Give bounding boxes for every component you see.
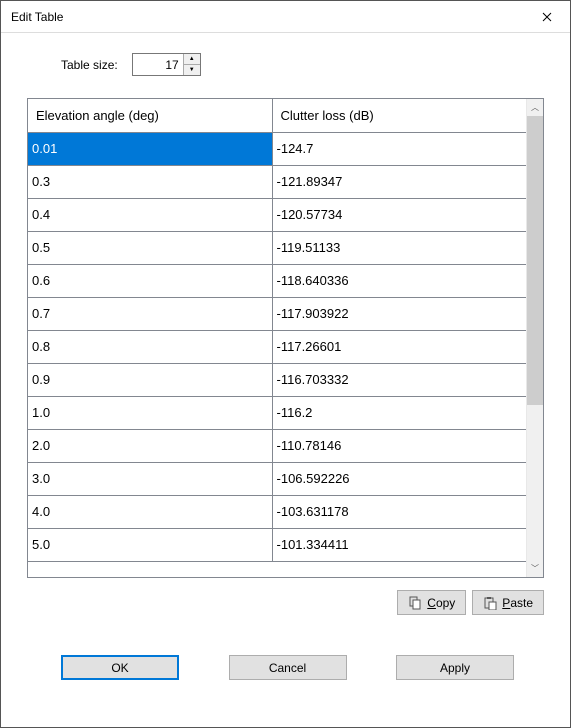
table-row[interactable]: 0.4-120.57734 bbox=[28, 199, 526, 232]
column-header-clutter[interactable]: Clutter loss (dB) bbox=[272, 99, 526, 133]
cell-elevation[interactable]: 0.01 bbox=[28, 133, 272, 166]
cell-elevation[interactable]: 1.0 bbox=[28, 397, 272, 430]
dialog-content: Table size: ▲ ▼ Elevation angle (deg) Cl… bbox=[1, 33, 570, 692]
cell-clutter[interactable]: -106.592226 bbox=[272, 463, 526, 496]
cell-elevation[interactable]: 0.6 bbox=[28, 265, 272, 298]
cell-elevation[interactable]: 4.0 bbox=[28, 496, 272, 529]
cell-clutter[interactable]: -117.903922 bbox=[272, 298, 526, 331]
copy-paste-row: Copy Paste bbox=[27, 590, 544, 615]
table-row[interactable]: 5.0-101.334411 bbox=[28, 529, 526, 562]
cell-clutter[interactable]: -117.26601 bbox=[272, 331, 526, 364]
cell-clutter[interactable]: -110.78146 bbox=[272, 430, 526, 463]
cell-clutter[interactable]: -121.89347 bbox=[272, 166, 526, 199]
cancel-button[interactable]: Cancel bbox=[229, 655, 347, 680]
copy-button[interactable]: Copy bbox=[397, 590, 466, 615]
spinner-up-button[interactable]: ▲ bbox=[183, 54, 200, 65]
table-size-row: Table size: ▲ ▼ bbox=[61, 53, 544, 76]
cell-elevation[interactable]: 0.4 bbox=[28, 199, 272, 232]
scroll-down-button[interactable]: ﹀ bbox=[527, 560, 543, 577]
spinner-down-button[interactable]: ▼ bbox=[183, 65, 200, 75]
data-table[interactable]: Elevation angle (deg) Clutter loss (dB) … bbox=[28, 99, 526, 562]
cell-elevation[interactable]: 0.5 bbox=[28, 232, 272, 265]
dialog-button-row: OK Cancel Apply bbox=[27, 655, 544, 680]
copy-icon bbox=[408, 596, 422, 610]
triangle-up-icon: ▲ bbox=[189, 56, 195, 62]
copy-label: Copy bbox=[427, 596, 455, 610]
close-icon bbox=[542, 12, 552, 22]
table-row[interactable]: 0.5-119.51133 bbox=[28, 232, 526, 265]
titlebar: Edit Table bbox=[1, 1, 570, 33]
spinner-buttons: ▲ ▼ bbox=[183, 54, 200, 75]
paste-button[interactable]: Paste bbox=[472, 590, 544, 615]
cell-clutter[interactable]: -119.51133 bbox=[272, 232, 526, 265]
window-title: Edit Table bbox=[11, 10, 524, 24]
close-button[interactable] bbox=[524, 1, 570, 32]
table-row[interactable]: 0.9-116.703332 bbox=[28, 364, 526, 397]
ok-button[interactable]: OK bbox=[61, 655, 179, 680]
table-row[interactable]: 1.0-116.2 bbox=[28, 397, 526, 430]
paste-label: Paste bbox=[502, 596, 533, 610]
table-row[interactable]: 0.7-117.903922 bbox=[28, 298, 526, 331]
table-size-label: Table size: bbox=[61, 58, 118, 72]
cell-clutter[interactable]: -116.703332 bbox=[272, 364, 526, 397]
table-row[interactable]: 3.0-106.592226 bbox=[28, 463, 526, 496]
cell-elevation[interactable]: 0.3 bbox=[28, 166, 272, 199]
table-size-spinner[interactable]: ▲ ▼ bbox=[132, 53, 201, 76]
scroll-up-button[interactable]: ︿ bbox=[527, 99, 543, 116]
scroll-thumb[interactable] bbox=[527, 116, 543, 405]
vertical-scrollbar[interactable]: ︿ ﹀ bbox=[526, 99, 543, 577]
apply-button[interactable]: Apply bbox=[396, 655, 514, 680]
cell-clutter[interactable]: -103.631178 bbox=[272, 496, 526, 529]
cell-elevation[interactable]: 3.0 bbox=[28, 463, 272, 496]
chevron-down-icon: ﹀ bbox=[531, 563, 539, 574]
table-container: Elevation angle (deg) Clutter loss (dB) … bbox=[27, 98, 544, 578]
cell-elevation[interactable]: 0.8 bbox=[28, 331, 272, 364]
cell-clutter[interactable]: -124.7 bbox=[272, 133, 526, 166]
cell-elevation[interactable]: 0.9 bbox=[28, 364, 272, 397]
table-row[interactable]: 0.01-124.7 bbox=[28, 133, 526, 166]
cell-elevation[interactable]: 5.0 bbox=[28, 529, 272, 562]
cell-clutter[interactable]: -116.2 bbox=[272, 397, 526, 430]
table-row[interactable]: 0.6-118.640336 bbox=[28, 265, 526, 298]
scroll-track[interactable] bbox=[527, 116, 543, 560]
table-scroll-area: Elevation angle (deg) Clutter loss (dB) … bbox=[28, 99, 526, 577]
cell-clutter[interactable]: -120.57734 bbox=[272, 199, 526, 232]
table-row[interactable]: 0.3-121.89347 bbox=[28, 166, 526, 199]
paste-icon bbox=[483, 596, 497, 610]
table-header-row: Elevation angle (deg) Clutter loss (dB) bbox=[28, 99, 526, 133]
table-row[interactable]: 0.8-117.26601 bbox=[28, 331, 526, 364]
column-header-elevation[interactable]: Elevation angle (deg) bbox=[28, 99, 272, 133]
cell-elevation[interactable]: 2.0 bbox=[28, 430, 272, 463]
chevron-up-icon: ︿ bbox=[531, 102, 539, 113]
table-row[interactable]: 2.0-110.78146 bbox=[28, 430, 526, 463]
table-size-input[interactable] bbox=[133, 54, 183, 75]
cell-clutter[interactable]: -101.334411 bbox=[272, 529, 526, 562]
cell-clutter[interactable]: -118.640336 bbox=[272, 265, 526, 298]
cell-elevation[interactable]: 0.7 bbox=[28, 298, 272, 331]
table-row[interactable]: 4.0-103.631178 bbox=[28, 496, 526, 529]
triangle-down-icon: ▼ bbox=[189, 67, 195, 73]
